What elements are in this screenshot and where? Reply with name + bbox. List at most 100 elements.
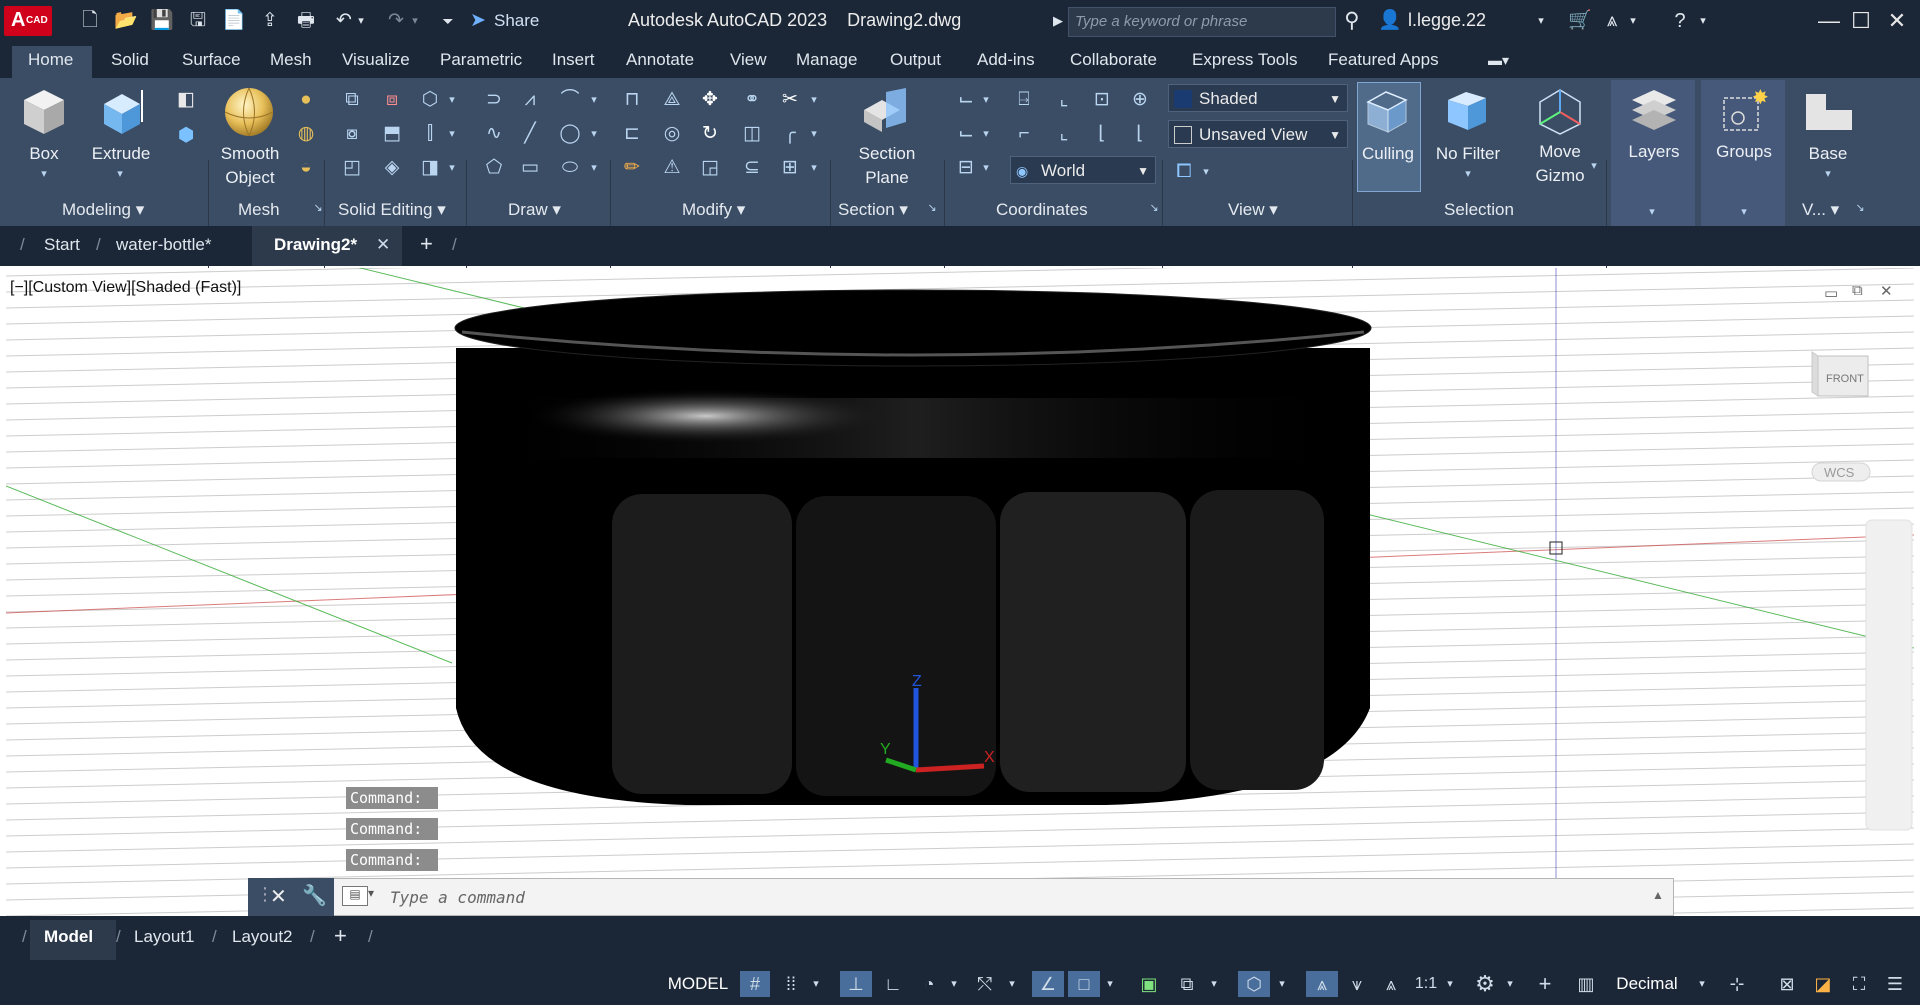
application-menu-button[interactable]: A CAD	[4, 6, 52, 36]
ucs-previous-icon[interactable]: ⊕	[1128, 88, 1152, 112]
snap-icon[interactable]: ⁞⁞	[776, 971, 806, 997]
smooth-object-label-1[interactable]: Smooth	[212, 142, 288, 166]
arc-icon[interactable]: ⌒	[558, 88, 582, 112]
array-dropdown-icon[interactable]: ▾	[802, 156, 826, 180]
ucs-dropdown-icon[interactable]: ▾	[974, 88, 998, 112]
smooth-object-icon[interactable]	[222, 84, 276, 138]
object-snap-dropdown-icon[interactable]: ▾	[1102, 971, 1118, 997]
tab-parametric[interactable]: Parametric	[440, 50, 522, 70]
command-line-handle[interactable]: ⋮ ✕ 🔧	[248, 878, 334, 916]
units-dropdown-icon[interactable]: ▾	[1694, 971, 1710, 997]
customization-icon[interactable]: ☰	[1880, 971, 1910, 997]
groups-label[interactable]: Groups	[1702, 140, 1786, 164]
quick-properties-icon[interactable]: ⊹	[1722, 971, 1752, 997]
array-icon[interactable]: ⚭	[740, 88, 764, 112]
base-dropdown-icon[interactable]: ▾	[1816, 162, 1840, 186]
visual-style-dropdown[interactable]: Shaded ▼	[1168, 84, 1348, 112]
tab-express-tools[interactable]: Express Tools	[1192, 50, 1298, 70]
workspace-dropdown-icon[interactable]: ▾	[1502, 971, 1518, 997]
recent-commands-icon[interactable]: ▤	[342, 886, 368, 906]
undo-dropdown-icon[interactable]: ▾	[354, 9, 368, 33]
layers-icon[interactable]	[1628, 86, 1680, 136]
tab-manage[interactable]: Manage	[796, 50, 857, 70]
isodraft-icon[interactable]: ⤲	[970, 971, 1000, 997]
chevron-up-icon[interactable]: ▲	[1652, 888, 1664, 902]
section-plane-icon[interactable]	[860, 88, 910, 134]
offset-icon[interactable]: ⊆	[740, 156, 764, 180]
tab-collaborate[interactable]: Collaborate	[1070, 50, 1157, 70]
fillet-dropdown-icon[interactable]: ▾	[802, 122, 826, 146]
file-tab-water-bottle[interactable]: water-bottle*	[116, 235, 211, 255]
polyline-icon[interactable]: ⊃	[482, 88, 506, 112]
polar-dropdown-icon[interactable]: ▾	[946, 971, 962, 997]
base-view-icon[interactable]	[1804, 92, 1854, 132]
dynamic-ucs-icon[interactable]: ⊥	[840, 971, 872, 997]
solid-history-icon[interactable]: ⬡	[418, 88, 442, 112]
panel-view[interactable]: View ▾	[1228, 200, 1278, 220]
maximize-icon[interactable]: ☐	[1842, 4, 1880, 38]
3d-scale-icon[interactable]: ⚠	[660, 156, 684, 180]
ucs-z-icon[interactable]: ⌊	[1090, 122, 1114, 146]
gizmo-dropdown-icon[interactable]: ▾	[1582, 154, 1606, 178]
section-panel-launcher-icon[interactable]: ↘	[920, 196, 944, 220]
mirror-icon[interactable]: ⊓	[620, 88, 644, 112]
panel-coordinates[interactable]: Coordinates	[996, 200, 1088, 220]
presspull-icon[interactable]: ◧	[174, 88, 198, 112]
fullscreen-icon[interactable]: ⛶	[1844, 971, 1874, 997]
tab-solid[interactable]: Solid	[111, 50, 149, 70]
tab-view[interactable]: View	[730, 50, 767, 70]
share-icon[interactable]: ➤	[466, 9, 490, 33]
erase-icon[interactable]: ✏	[620, 156, 644, 180]
groups-icon[interactable]: ✸	[1718, 86, 1770, 136]
mesh-panel-launcher-icon[interactable]: ↘	[306, 196, 330, 220]
redo-dropdown-icon[interactable]: ▾	[408, 9, 422, 33]
user-name[interactable]: l.legge.22	[1408, 10, 1486, 31]
drawing-viewport[interactable]: Z X Y FRONT WCS	[6, 268, 1914, 916]
move-icon[interactable]: ✥	[698, 88, 722, 112]
move-gizmo-icon[interactable]	[1536, 86, 1584, 136]
line-icon[interactable]: ╱	[518, 122, 542, 146]
trim-dropdown-icon[interactable]: ▾	[802, 88, 826, 112]
panel-mesh[interactable]: Mesh	[238, 200, 280, 220]
ucs-world-icon[interactable]: ⍈	[1012, 88, 1036, 112]
fillet-icon[interactable]: ╭	[778, 122, 802, 146]
wrench-icon[interactable]: 🔧	[302, 883, 327, 908]
separate-icon[interactable]: ◨	[418, 156, 442, 180]
viewport-controls-label[interactable]: [−][Custom View][Shaded (Fast)]	[10, 279, 241, 297]
wcs-menu[interactable]: WCS	[1824, 465, 1855, 480]
annotation-visibility-icon[interactable]: ⩓	[1306, 971, 1338, 997]
panel-solid-editing[interactable]: Solid Editing ▾	[338, 200, 446, 220]
ucs-named-icon[interactable]: ⊡	[1090, 88, 1114, 112]
cylinder-model[interactable]	[454, 289, 1372, 805]
layout-tab-model[interactable]: Model	[44, 927, 93, 947]
snap-dropdown-icon[interactable]: ▾	[808, 971, 824, 997]
user-dropdown-icon[interactable]: ▾	[1534, 9, 1548, 33]
close-icon[interactable]: ✕	[270, 884, 287, 909]
ellipse-icon[interactable]: ⬭	[558, 156, 582, 180]
tab-insert[interactable]: Insert	[552, 50, 595, 70]
panel-draw[interactable]: Draw ▾	[508, 200, 561, 220]
open-from-web-icon[interactable]: 📄	[222, 9, 246, 33]
viewcube-front[interactable]: FRONT	[1826, 373, 1864, 385]
shell-icon[interactable]: ◈	[380, 156, 404, 180]
units-icon[interactable]: ▥	[1574, 971, 1598, 997]
interfere-icon[interactable]: ⬒	[380, 122, 404, 146]
grid-icon[interactable]: #	[740, 971, 770, 997]
tab-add-ins[interactable]: Add-ins	[977, 50, 1035, 70]
panel-selection[interactable]: Selection	[1444, 200, 1514, 220]
slice-icon[interactable]: ⫿	[418, 122, 442, 146]
viewport-config-dropdown-icon[interactable]: ▾	[1194, 160, 1218, 184]
customize-qat-icon[interactable]: ⏷	[436, 9, 460, 33]
extrude-icon[interactable]	[96, 86, 148, 138]
ribbon-minimize-icon[interactable]: ▬▾	[1488, 52, 1509, 69]
navigation-bar[interactable]	[1865, 519, 1913, 831]
file-tab-drawing2[interactable]: Drawing2*	[274, 235, 357, 255]
ellipse-dropdown-icon[interactable]: ▾	[582, 156, 606, 180]
new-tab-icon[interactable]: +	[420, 231, 433, 257]
ucs-3point-dropdown-icon[interactable]: ▾	[974, 122, 998, 146]
model-canvas[interactable]: Z X Y FRONT WCS	[6, 268, 1914, 916]
search-input[interactable]	[1069, 8, 1337, 34]
spline-icon[interactable]: ∿	[482, 122, 506, 146]
redo-icon[interactable]: ↷	[384, 9, 408, 33]
chevron-right-icon[interactable]: ▶	[1046, 9, 1070, 33]
